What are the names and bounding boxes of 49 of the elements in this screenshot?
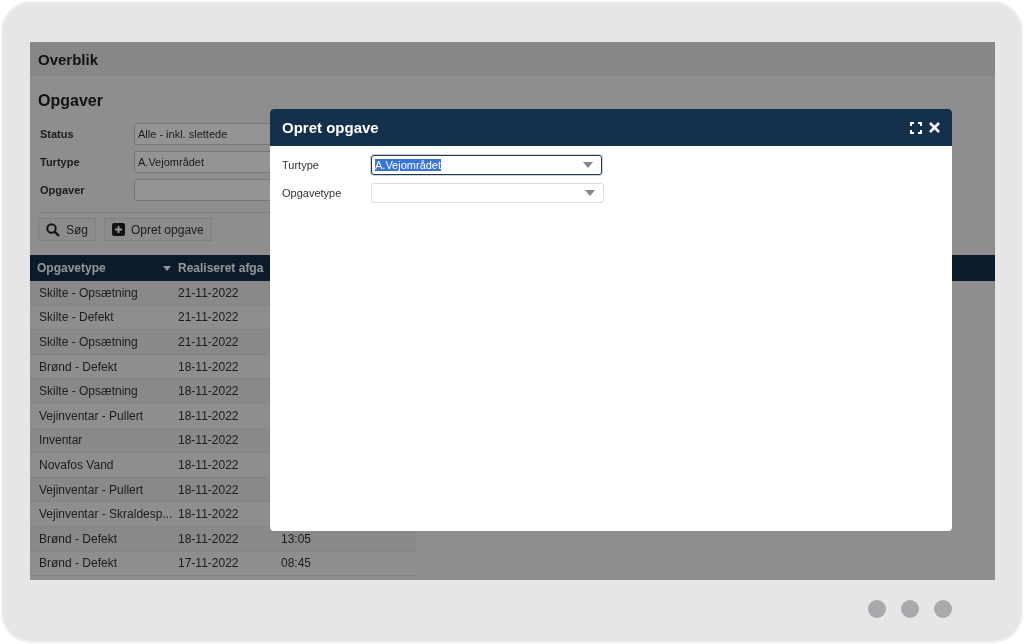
table-cell-text: 18-11-2022	[178, 507, 240, 522]
add-button[interactable]: Opret opgave	[104, 218, 212, 241]
field-label: Turtype	[282, 159, 320, 171]
filter-label: Opgaver	[39, 184, 86, 196]
field-label: Opgavetype	[282, 187, 343, 199]
column-header[interactable]: Opgavetype	[37, 261, 176, 275]
caret-icon	[583, 162, 593, 168]
dot-icon	[901, 600, 919, 618]
section-title: Opgaver	[38, 92, 104, 110]
table-cell-text: 18-11-2022	[178, 457, 240, 472]
dropdown-field[interactable]	[371, 183, 604, 203]
caret-icon	[163, 265, 171, 271]
close-icon[interactable]	[929, 122, 940, 133]
plus-icon	[112, 223, 125, 236]
table-cell-text: Inventar	[39, 433, 84, 448]
table-cell-text: Skilte - Opsætning	[39, 335, 139, 349]
table-row[interactable]: Brønd - Defekt 17-11-2022 08:45	[30, 551, 416, 577]
dropdown-field[interactable]: A.Vejområdet	[371, 155, 602, 175]
search-button[interactable]: Søg	[38, 218, 96, 241]
page-title: Overblik	[38, 50, 99, 68]
table-cell: 08:45	[281, 556, 312, 571]
table-cell-text: 18-11-2022	[178, 384, 240, 399]
table-cell-text: Skilte - Defekt	[39, 310, 115, 325]
table-cell-text: Skilte - Opsætning	[39, 285, 139, 300]
search-icon	[46, 222, 60, 237]
table-cell-text: 21-11-2022	[178, 335, 240, 349]
table-cell-text: Vejinventar - Skraldesp...	[39, 507, 174, 522]
dot-icon	[934, 600, 952, 618]
dot-icon	[868, 600, 886, 618]
table-cell-text: Novafos Vand	[39, 457, 115, 472]
table-cell-text: 18-11-2022	[178, 482, 240, 497]
table-cell-text: Vejinventar - Pullert	[39, 482, 145, 497]
table-cell-text: Skilte - Opsætning	[39, 384, 139, 399]
table-cell-text: 21-11-2022	[178, 285, 240, 300]
table-cell-text: Brønd - Defekt	[39, 531, 119, 546]
table-cell-text: Vejinventar - Pullert	[39, 408, 145, 423]
table-cell-text: 17-11-2022	[178, 556, 240, 571]
filter-label: Status	[39, 128, 75, 140]
table-cell-text: 18-11-2022	[178, 408, 240, 423]
table-cell-text: 18-11-2022	[178, 433, 240, 448]
table-cell-text: 18-11-2022	[178, 359, 240, 374]
table-cell: 13:05	[281, 531, 312, 546]
table-cell-text: Brønd - Defekt	[39, 359, 119, 374]
caret-icon	[585, 190, 595, 196]
table-cell-text: Brønd - Defekt	[39, 556, 119, 571]
filter-label: Turtype	[39, 156, 81, 168]
table-cell-text: 21-11-2022	[178, 310, 240, 325]
maximize-icon[interactable]	[910, 121, 922, 134]
table-cell-text: 18-11-2022	[178, 531, 240, 546]
